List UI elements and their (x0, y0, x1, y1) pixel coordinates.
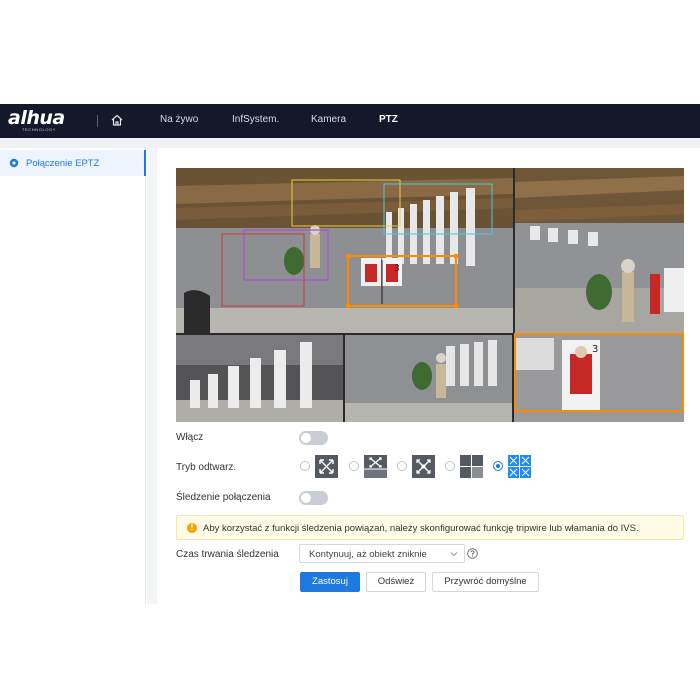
help-icon[interactable] (467, 548, 478, 559)
sidebar-item-label: Połączenie EPTZ (26, 158, 100, 169)
sidebar: Połączenie EPTZ (0, 148, 146, 604)
info-notice: ! Aby korzystać z funkcji śledzenia powi… (176, 515, 684, 540)
nav-item-camera[interactable]: Kamera (311, 114, 346, 125)
plant (284, 247, 304, 275)
gear-icon (9, 158, 19, 168)
apply-button[interactable]: Zastosuj (300, 572, 360, 592)
fisheye-1p1-icon[interactable] (460, 455, 483, 478)
duration-select[interactable]: Kontynuuj, aż obiekt zniknie (299, 544, 465, 563)
main-view-wall (176, 228, 513, 308)
mannequin-right (622, 272, 634, 322)
nav-item-info[interactable]: InfSystem. (232, 114, 279, 125)
nav-item-ptz[interactable]: PTZ (379, 114, 398, 125)
nav-divider (97, 115, 98, 127)
duration-label: Czas trwania śledzenia (176, 549, 279, 560)
mode-radio-1[interactable] (300, 461, 310, 471)
enable-label: Włącz (176, 432, 204, 443)
mode-radio-2[interactable] (349, 461, 359, 471)
fisheye-1p5-icon[interactable] (508, 455, 531, 478)
refresh-button[interactable]: Odśwież (366, 572, 426, 592)
enable-toggle[interactable] (299, 431, 328, 445)
mode-radio-4[interactable] (445, 461, 455, 471)
logo-text: alhua (8, 107, 65, 129)
logo-subtext: TECHNOLOGY (22, 127, 57, 132)
target-number: 3 (394, 264, 400, 274)
target-number-closeup: 3 (592, 344, 598, 355)
home-icon[interactable] (110, 113, 124, 127)
duration-select-value: Kontynuuj, aż obiekt zniknie (309, 549, 427, 560)
nav-item-live[interactable]: Na żywo (160, 114, 198, 125)
fisheye-1p3-icon[interactable] (364, 455, 387, 478)
chevron-down-icon (450, 552, 458, 557)
mode-radio-3[interactable] (397, 461, 407, 471)
foreground-chair (184, 290, 210, 333)
notice-text: Aby korzystać z funkcji śledzenia powiąz… (203, 523, 639, 534)
restore-defaults-button[interactable]: Przywróć domyślne (432, 572, 539, 592)
mode-radio-5[interactable] (493, 461, 503, 471)
sub-header-strip (0, 138, 700, 148)
tracking-toggle[interactable] (299, 491, 328, 505)
video-frame-svg: 3 3 (176, 168, 684, 422)
fisheye-1p4-icon[interactable] (412, 455, 435, 478)
main-view-floor (176, 308, 513, 333)
top-navigation-bar: alhua TECHNOLOGY Na żywo InfSystem. Kame… (0, 104, 700, 138)
mode-label: Tryb odtwarz. (176, 462, 237, 473)
dahua-logo: alhua TECHNOLOGY (8, 109, 80, 133)
warning-icon: ! (187, 523, 197, 533)
mannequin (310, 234, 320, 268)
fisheye-1p-icon[interactable] (315, 455, 338, 478)
video-preview[interactable]: 3 3 (176, 168, 684, 422)
sidebar-item-eptz-link[interactable]: Połączenie EPTZ (0, 150, 146, 176)
tracking-label: Śledzenie połączenia (176, 492, 271, 503)
